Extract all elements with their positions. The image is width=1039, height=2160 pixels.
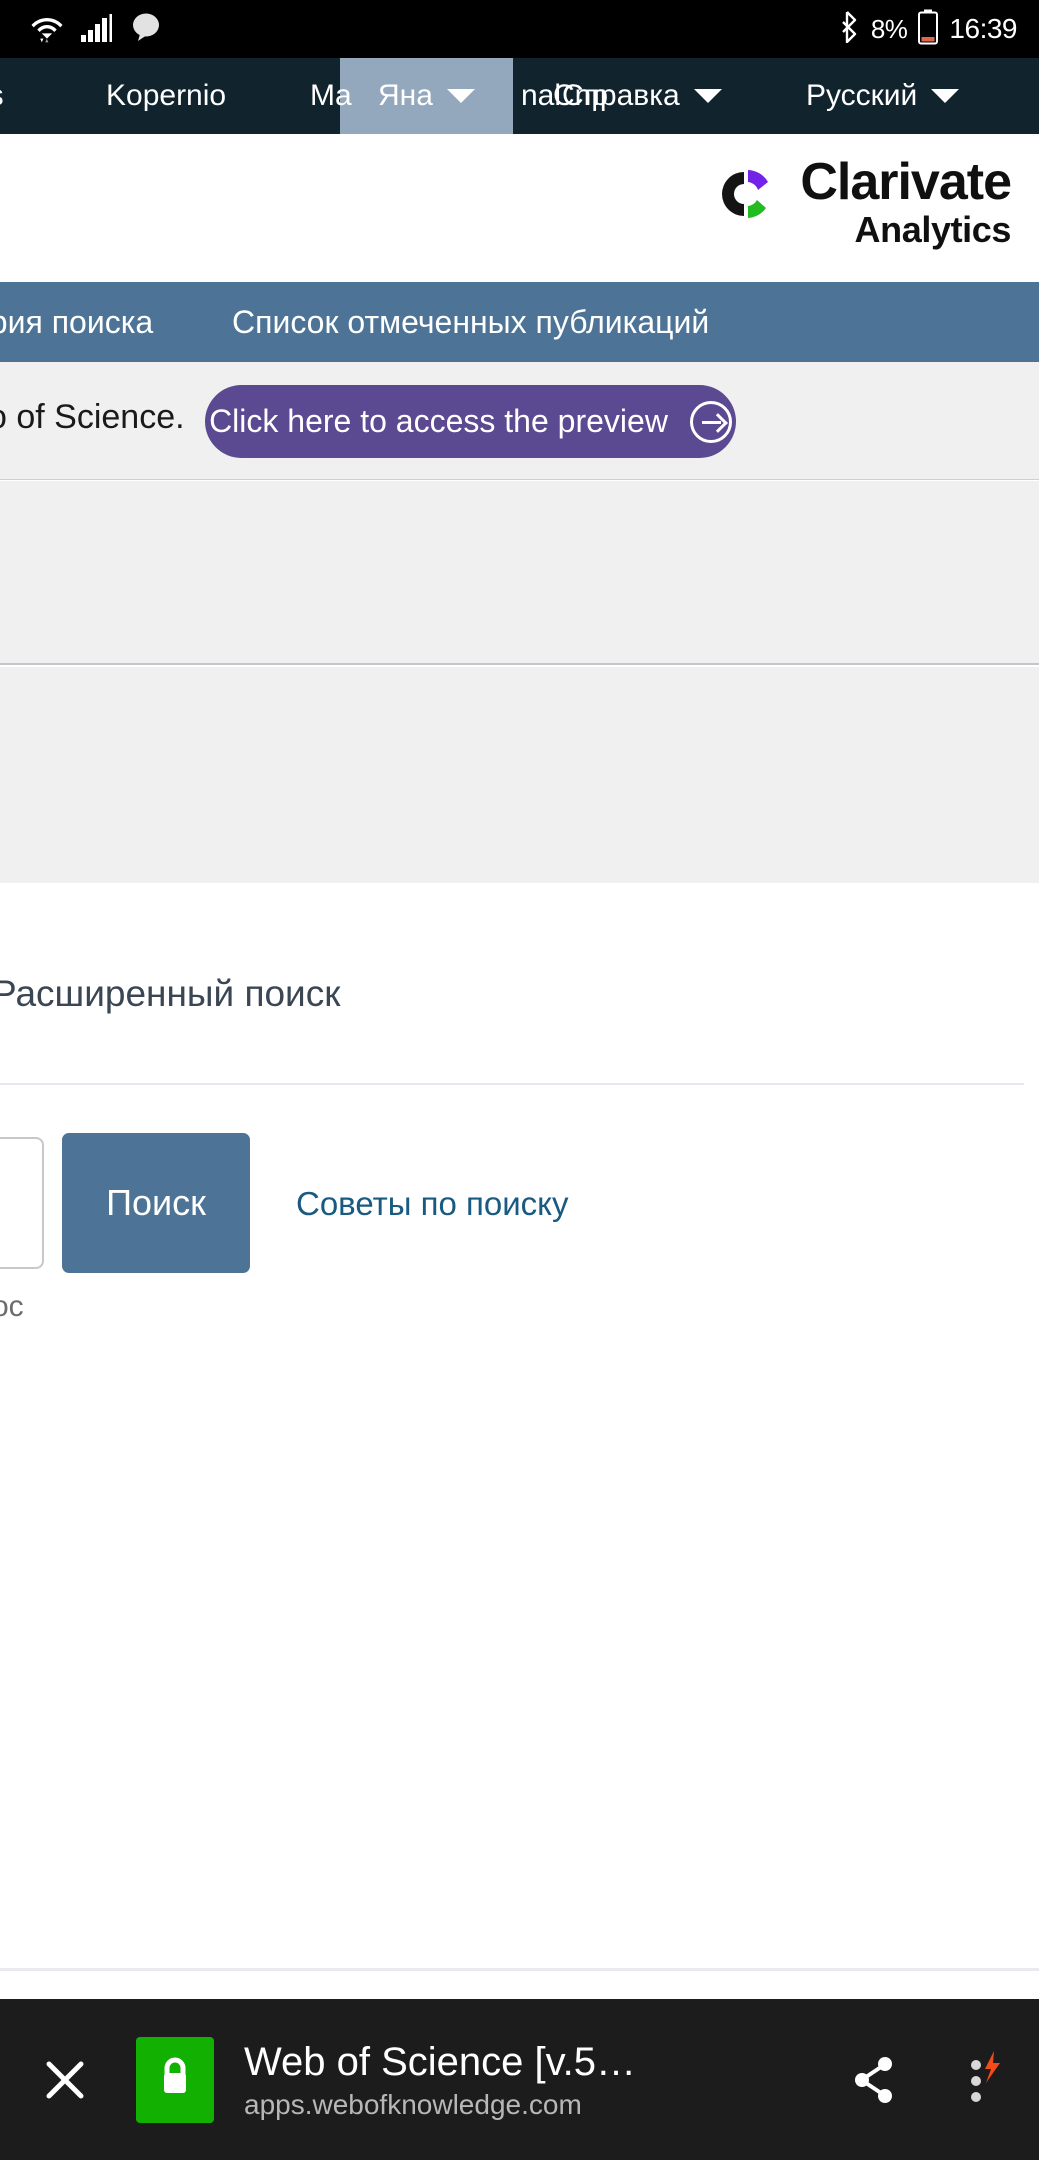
share-button[interactable] [819, 2054, 929, 2106]
search-input[interactable] [0, 1137, 44, 1269]
lightning-bolt-icon [985, 2050, 1000, 2083]
nav-item-label: Русский [806, 79, 918, 112]
site-top-nav: ns Kopernio Ma Яна nal Cnp Справка Русск… [0, 58, 1039, 134]
page-info[interactable]: Web of Science [v.5… apps.webofknowledge… [244, 2039, 819, 2121]
secure-connection-badge[interactable] [136, 2036, 214, 2123]
tab-label: ория поиска [0, 303, 154, 340]
brand-name: Clarivate [800, 153, 1012, 211]
chevron-down-icon [693, 89, 722, 103]
share-icon [855, 2056, 892, 2103]
browser-menu-button[interactable] [929, 2049, 1039, 2111]
access-preview-button[interactable]: Click here to access the preview [205, 385, 736, 458]
search-button[interactable]: Поиск [62, 1133, 250, 1273]
tab-marked-list[interactable]: Список отмеченных публикаций [232, 282, 709, 362]
nav-item-label: Яна [378, 79, 433, 112]
nav-item-language-russian[interactable]: Русский [806, 58, 960, 134]
preview-lead-text: о of Science. [0, 398, 185, 436]
phone-screen: 8% 16:39 ns Kopernio Ma Яна [0, 0, 1039, 2160]
chevron-down-icon [446, 89, 475, 103]
nav-item-label: Справка [562, 79, 680, 112]
close-tab-button[interactable] [0, 2056, 130, 2104]
android-status-bar: 8% 16:39 [0, 0, 1039, 58]
page-url: apps.webofknowledge.com [244, 2088, 582, 2120]
status-bar-clock: 16:39 [949, 13, 1017, 44]
page-title: Web of Science [v.5… [244, 2039, 637, 2084]
search-field-hint: ос [0, 1290, 24, 1323]
access-preview-label: Click here to access the preview [209, 403, 668, 439]
nav-item-label: Ma [310, 79, 352, 112]
search-tabbar: ория поиска Список отмеченных публикаций [0, 282, 1039, 362]
nav-item-ma[interactable]: Ma [310, 58, 352, 134]
bluetooth-icon [839, 10, 861, 48]
battery-icon [917, 9, 939, 50]
preview-announcement-band: о of Science. Click here to access the p… [0, 362, 1039, 480]
nav-item-kopernio[interactable]: Kopernio [106, 58, 226, 134]
arrow-right-circle-icon [689, 400, 732, 443]
browser-bottom-bar: Web of Science [v.5… apps.webofknowledge… [0, 1999, 1039, 2160]
status-bar-left-icons [30, 11, 162, 48]
brand-header-band: Clarivate Analytics [0, 134, 1039, 275]
wifi-icon [30, 11, 64, 48]
advanced-search-section: Расширенный поиск [0, 883, 1039, 1085]
clarivate-mark-icon [714, 160, 782, 228]
nav-item-spravka[interactable]: Справка [562, 58, 722, 134]
content-placeholder-bottom [0, 667, 1039, 883]
nav-item-label: ns [0, 79, 4, 113]
status-bar-right-icons: 8% 16:39 [839, 9, 1017, 50]
tab-search-history[interactable]: ория поиска [0, 282, 153, 362]
search-tips-link[interactable]: Советы по поиску [296, 1185, 568, 1223]
nav-item-label: Kopernio [106, 79, 227, 112]
battery-percent-label: 8% [870, 13, 908, 44]
content-placeholder-top [0, 481, 1039, 665]
nav-item-ns[interactable]: ns [0, 58, 4, 134]
more-vertical-icon [971, 2050, 1000, 2102]
chevron-down-icon [931, 89, 960, 103]
clarivate-wordmark: Clarivate Analytics [800, 153, 1012, 250]
close-icon [46, 2061, 84, 2098]
clarivate-logo[interactable]: Clarivate Analytics [714, 153, 1012, 250]
cellular-signal-icon [80, 11, 114, 48]
page-bottom-divider [0, 1968, 1039, 1971]
lock-icon [155, 2054, 195, 2105]
advanced-search-title: Расширенный поиск [0, 973, 341, 1014]
search-controls-row: Поиск Советы по поиску ос [0, 1085, 1039, 1405]
tab-label: Список отмеченных публикаций [232, 303, 710, 340]
brand-subtitle: Analytics [854, 209, 1012, 250]
message-bubble-icon [130, 12, 162, 47]
nav-item-yana[interactable]: Яна [378, 58, 475, 134]
